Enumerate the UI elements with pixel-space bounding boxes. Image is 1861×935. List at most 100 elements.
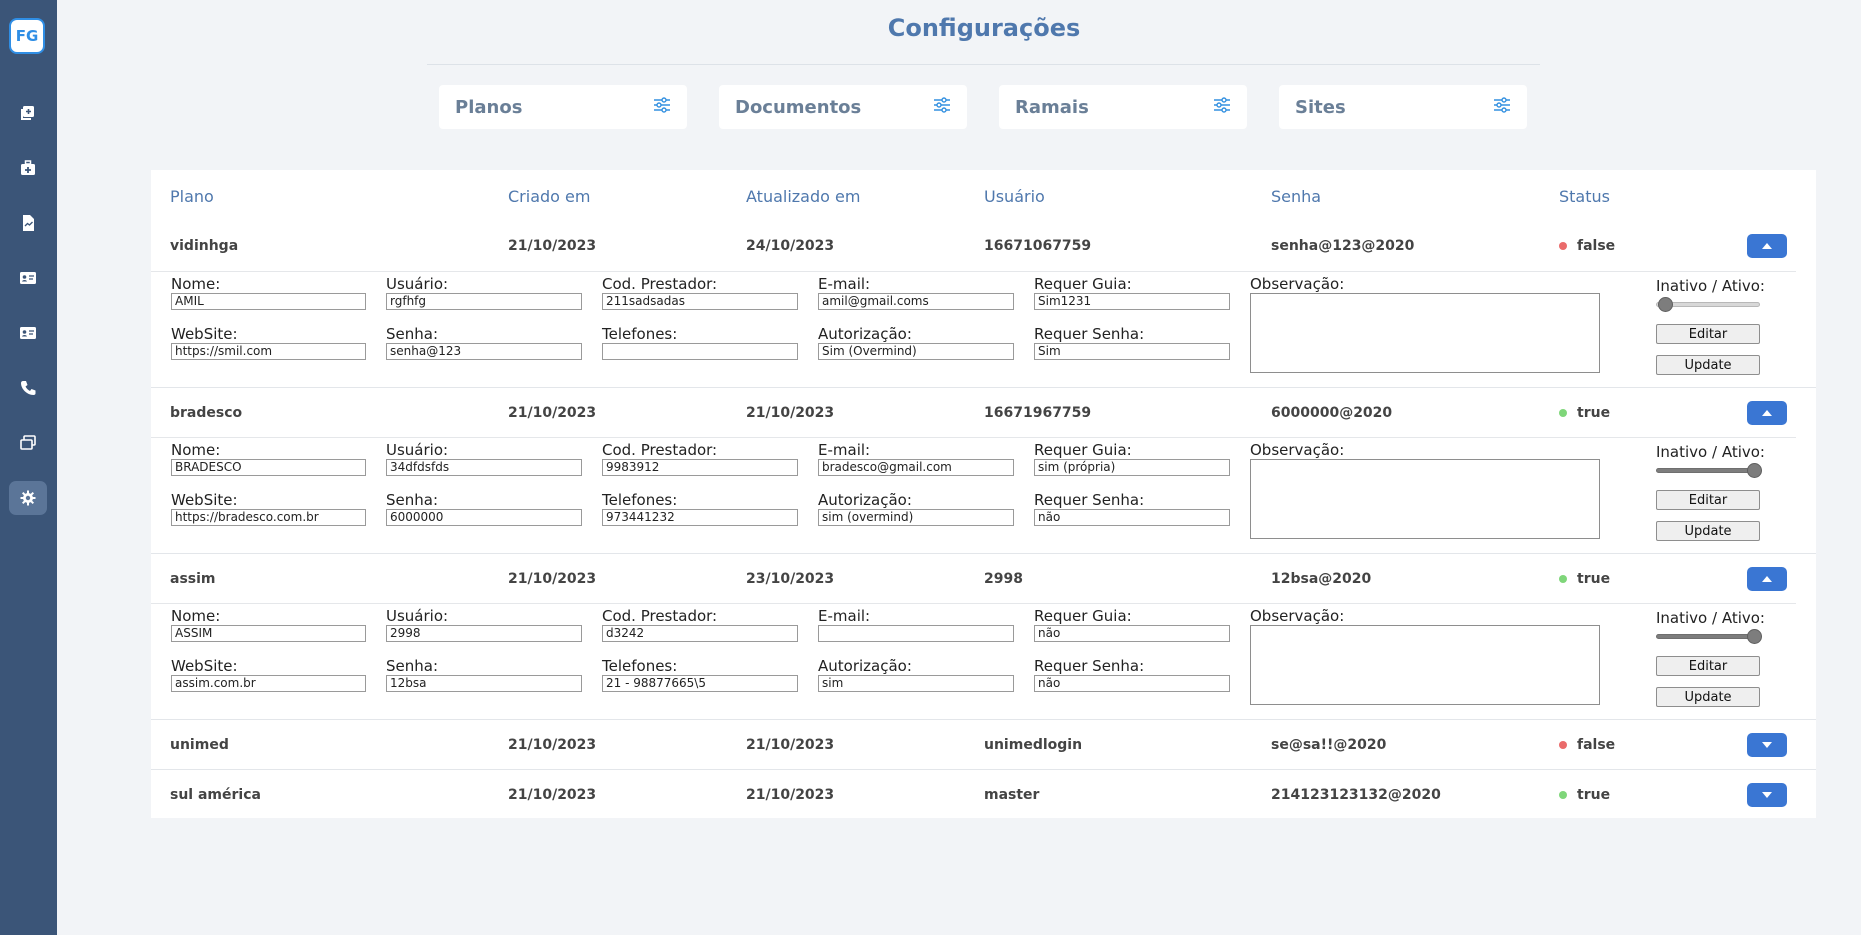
row-detail: Nome: ASSIM Usuário: 2998 Cod. Prestador… <box>151 603 1796 718</box>
sliders-icon[interactable] <box>653 96 671 118</box>
email-field[interactable]: amil@gmail.coms <box>818 293 1014 310</box>
telefones-field[interactable]: 21 - 98877665\5 <box>602 675 798 692</box>
cell-usuario: 2998 <box>984 570 1023 587</box>
requer-senha-field[interactable]: Sim <box>1034 343 1230 360</box>
label-requer-guia: Requer Guia: <box>1034 275 1132 293</box>
active-toggle-thumb[interactable] <box>1747 463 1762 478</box>
website-field[interactable]: https://smil.com <box>171 343 366 360</box>
gear-icon[interactable] <box>9 481 47 515</box>
update-button[interactable]: Update <box>1656 687 1760 707</box>
id-card-icon[interactable] <box>9 261 47 295</box>
sliders-icon[interactable] <box>1493 96 1511 118</box>
editar-button[interactable]: Editar <box>1656 324 1760 344</box>
collapse-button[interactable] <box>1747 401 1787 425</box>
cell-usuario: 16671967759 <box>984 404 1092 421</box>
cell-criado: 21/10/2023 <box>508 570 597 587</box>
nome-field[interactable]: ASSIM <box>171 625 366 642</box>
requer-senha-field[interactable]: não <box>1034 675 1230 692</box>
card-sites[interactable]: Sites <box>1279 85 1527 129</box>
usuario-field[interactable]: 2998 <box>386 625 582 642</box>
collapse-button[interactable] <box>1747 234 1787 258</box>
card-planos[interactable]: Planos <box>439 85 687 129</box>
active-toggle-thumb[interactable] <box>1658 297 1673 312</box>
cell-criado: 21/10/2023 <box>508 238 597 254</box>
label-email: E-mail: <box>818 607 871 625</box>
usuario-field[interactable]: rgfhfg <box>386 293 582 310</box>
label-inativo-ativo: Inativo / Ativo: <box>1656 277 1765 295</box>
active-toggle-track[interactable] <box>1656 468 1760 473</box>
email-field[interactable] <box>818 625 1014 642</box>
status-badge: false <box>1559 221 1615 271</box>
header-senha[interactable]: Senha <box>1271 187 1321 206</box>
table-row[interactable]: bradesco 21/10/2023 21/10/2023 166719677… <box>151 387 1816 437</box>
header-criado-em[interactable]: Criado em <box>508 187 590 206</box>
autorizacao-field[interactable]: Sim (Overmind) <box>818 343 1014 360</box>
website-field[interactable]: https://bradesco.com.br <box>171 509 366 526</box>
active-toggle-track[interactable] <box>1656 634 1760 639</box>
cell-usuario: 16671067759 <box>984 238 1092 254</box>
card-ramais[interactable]: Ramais <box>999 85 1247 129</box>
header-atualizado-em[interactable]: Atualizado em <box>746 187 860 206</box>
nome-field[interactable]: BRADESCO <box>171 459 366 476</box>
add-document-icon[interactable] <box>9 96 47 130</box>
label-email: E-mail: <box>818 275 871 293</box>
observacao-textarea[interactable] <box>1250 293 1600 373</box>
cod-prestador-field[interactable]: 211sadsadas <box>602 293 798 310</box>
label-autorizacao: Autorização: <box>818 657 912 675</box>
editar-button[interactable]: Editar <box>1656 490 1760 510</box>
cell-plano: bradesco <box>170 404 243 421</box>
requer-senha-field[interactable]: não <box>1034 509 1230 526</box>
observacao-textarea[interactable] <box>1250 459 1600 539</box>
table-row[interactable]: vidinhga 21/10/2023 24/10/2023 166710677… <box>151 221 1816 271</box>
table-row[interactable]: unimed 21/10/2023 21/10/2023 unimedlogin… <box>151 719 1816 769</box>
senha-field[interactable]: 6000000 <box>386 509 582 526</box>
label-senha: Senha: <box>386 491 439 509</box>
status-dot <box>1559 242 1567 250</box>
autorizacao-field[interactable]: sim <box>818 675 1014 692</box>
autorizacao-field[interactable]: sim (overmind) <box>818 509 1014 526</box>
expand-button[interactable] <box>1747 783 1787 807</box>
card-documentos[interactable]: Documentos <box>719 85 967 129</box>
label-cod-prestador: Cod. Prestador: <box>602 441 718 459</box>
nome-field[interactable]: AMIL <box>171 293 366 310</box>
file-report-icon[interactable] <box>9 206 47 240</box>
collapse-button[interactable] <box>1747 567 1787 591</box>
status-badge: false <box>1559 720 1615 769</box>
cell-plano: vidinhga <box>170 238 239 254</box>
status-badge: true <box>1559 554 1610 603</box>
header-plano[interactable]: Plano <box>170 187 214 206</box>
senha-field[interactable]: 12bsa <box>386 675 582 692</box>
requer-guia-field[interactable]: Sim1231 <box>1034 293 1230 310</box>
windows-icon[interactable] <box>9 426 47 460</box>
email-field[interactable]: bradesco@gmail.com <box>818 459 1014 476</box>
telefones-field[interactable]: 973441232 <box>602 509 798 526</box>
usuario-field[interactable]: 34dfdsfds <box>386 459 582 476</box>
header-status[interactable]: Status <box>1559 187 1610 206</box>
sliders-icon[interactable] <box>1213 96 1231 118</box>
table-row[interactable]: sul américa 21/10/2023 21/10/2023 master… <box>151 769 1816 819</box>
chevron-up-icon <box>1762 410 1772 416</box>
contact-card-icon[interactable] <box>9 316 47 350</box>
senha-field[interactable]: senha@123 <box>386 343 582 360</box>
label-telefones: Telefones: <box>602 491 678 509</box>
editar-button[interactable]: Editar <box>1656 656 1760 676</box>
chevron-down-icon <box>1762 742 1772 748</box>
cod-prestador-field[interactable]: 9983912 <box>602 459 798 476</box>
header-usuario[interactable]: Usuário <box>984 187 1045 206</box>
label-observacao: Observação: <box>1250 607 1345 625</box>
phone-icon[interactable] <box>9 371 47 405</box>
observacao-textarea[interactable] <box>1250 625 1600 705</box>
expand-button[interactable] <box>1747 733 1787 757</box>
requer-guia-field[interactable]: sim (própria) <box>1034 459 1230 476</box>
sliders-icon[interactable] <box>933 96 951 118</box>
website-field[interactable]: assim.com.br <box>171 675 366 692</box>
requer-guia-field[interactable]: não <box>1034 625 1230 642</box>
table-row[interactable]: assim 21/10/2023 23/10/2023 2998 12bsa@2… <box>151 553 1816 603</box>
medical-kit-icon[interactable] <box>9 151 47 185</box>
telefones-field[interactable] <box>602 343 798 360</box>
update-button[interactable]: Update <box>1656 521 1760 541</box>
cod-prestador-field[interactable]: d3242 <box>602 625 798 642</box>
cell-plano: sul américa <box>170 786 261 803</box>
active-toggle-thumb[interactable] <box>1747 629 1762 644</box>
update-button[interactable]: Update <box>1656 355 1760 375</box>
